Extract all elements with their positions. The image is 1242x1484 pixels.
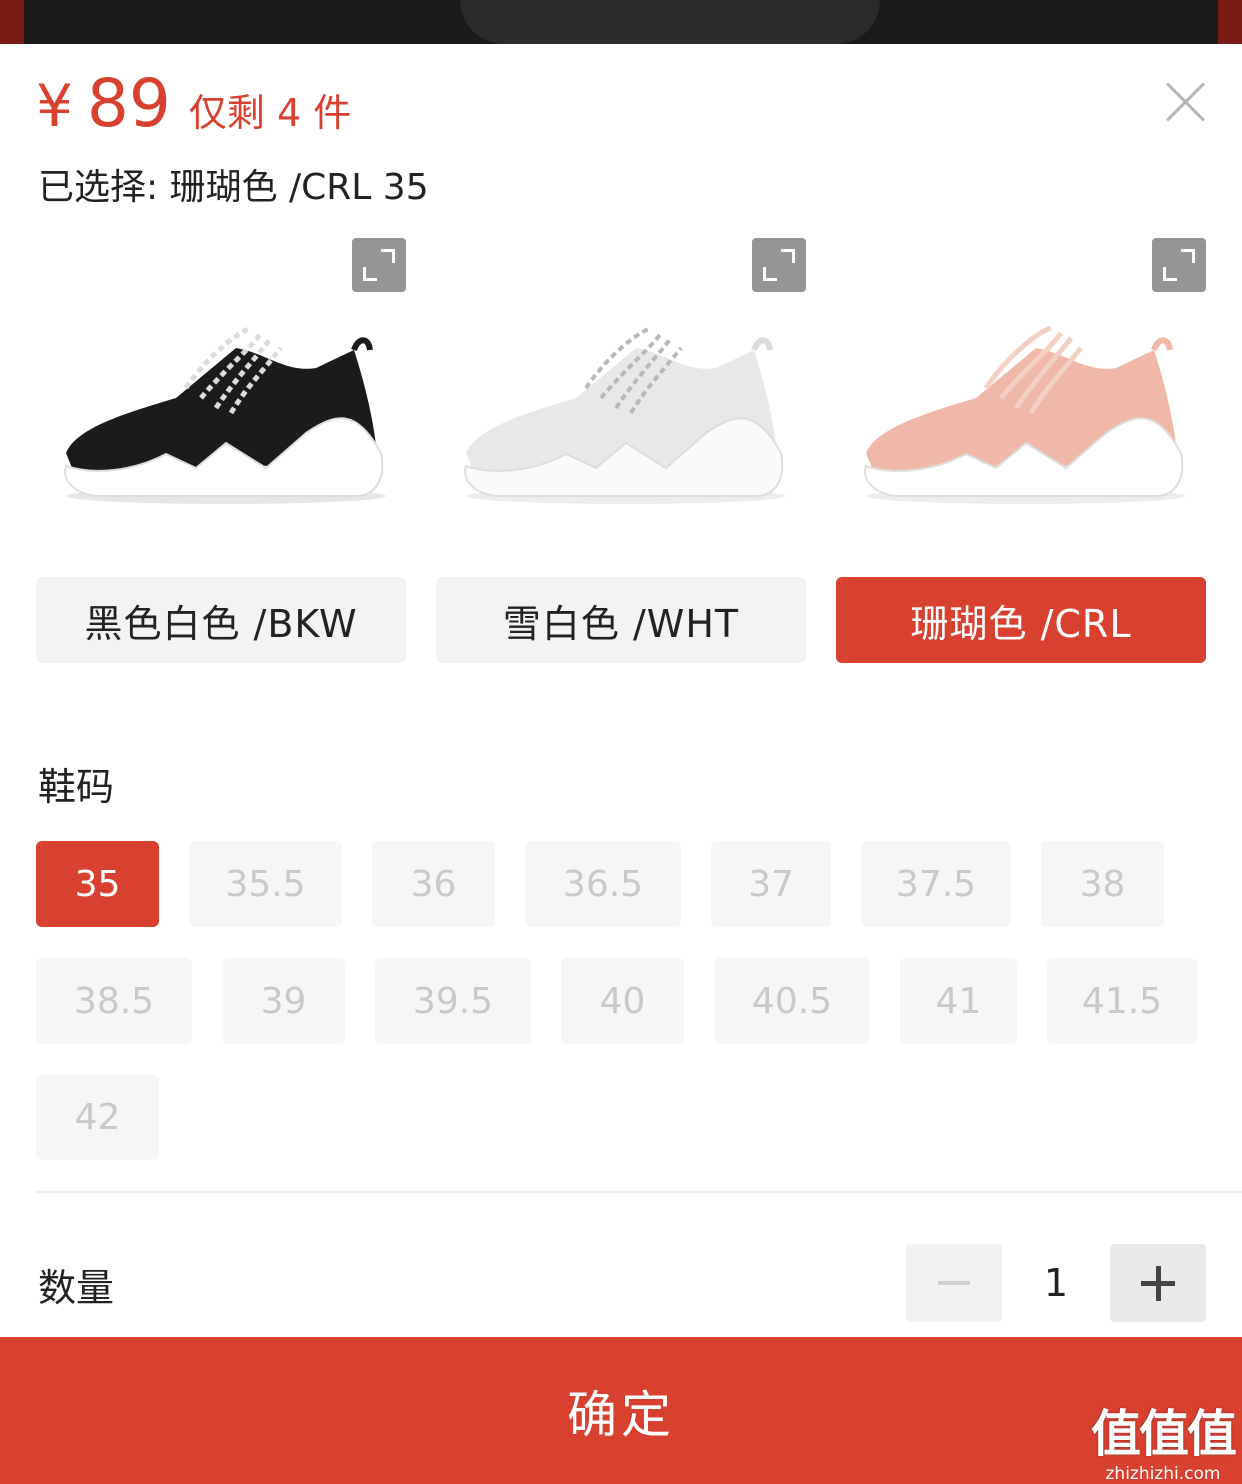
divider — [36, 1191, 1242, 1193]
quantity-increment-button[interactable] — [1110, 1244, 1206, 1322]
color-option-crl[interactable]: 珊瑚色 /CRL — [836, 238, 1206, 663]
sku-selector-sheet: ¥ 89 仅剩 4 件 已选择: 珊瑚色 /CRL 35 黑色白色 /BKW 雪… — [0, 44, 1242, 1484]
price-row: ¥ 89 仅剩 4 件 — [36, 65, 352, 142]
color-option-bkw[interactable]: 黑色白色 /BKW — [36, 238, 406, 663]
selected-summary: 已选择: 珊瑚色 /CRL 35 — [38, 167, 429, 208]
size-chip-38[interactable]: 38 — [1041, 841, 1164, 927]
size-chip-38.5[interactable]: 38.5 — [36, 958, 192, 1044]
price-value: 89 — [86, 65, 171, 142]
quantity-label: 数量 — [38, 1266, 115, 1310]
size-chip-40[interactable]: 40 — [561, 958, 684, 1044]
currency-symbol: ¥ — [36, 72, 73, 140]
size-chip-41.5[interactable]: 41.5 — [1047, 958, 1197, 1044]
color-label-crl[interactable]: 珊瑚色 /CRL — [836, 577, 1206, 663]
size-chip-37[interactable]: 37 — [711, 841, 831, 927]
size-chip-39[interactable]: 39 — [222, 958, 345, 1044]
color-label-bkw[interactable]: 黑色白色 /BKW — [36, 577, 406, 663]
size-chip-39.5[interactable]: 39.5 — [375, 958, 531, 1044]
watermark-logo: 值值值 zhizhizhi.com — [1090, 1404, 1237, 1484]
quantity-decrement-button[interactable] — [906, 1244, 1002, 1322]
size-chip-37.5[interactable]: 37.5 — [861, 841, 1011, 927]
size-chip-41[interactable]: 41 — [900, 958, 1017, 1044]
expand-icon[interactable] — [1152, 238, 1206, 292]
size-chip-40.5[interactable]: 40.5 — [714, 958, 870, 1044]
stock-remaining: 仅剩 4 件 — [188, 91, 352, 135]
close-icon[interactable] — [1164, 80, 1208, 124]
color-label-wht[interactable]: 雪白色 /WHT — [436, 577, 806, 663]
product-image-wht[interactable] — [436, 238, 806, 568]
watermark-url: zhizhizhi.com — [1105, 1464, 1221, 1484]
expand-icon[interactable] — [752, 238, 806, 292]
size-chip-42[interactable]: 42 — [36, 1074, 159, 1160]
confirm-button[interactable]: 确定 — [0, 1337, 1242, 1484]
color-option-wht[interactable]: 雪白色 /WHT — [436, 238, 806, 663]
expand-icon[interactable] — [352, 238, 406, 292]
product-image-bkw[interactable] — [36, 238, 406, 568]
background-product-image — [0, 0, 1242, 44]
product-image-crl[interactable] — [836, 238, 1206, 568]
size-section-title: 鞋码 — [38, 765, 115, 809]
size-chip-35[interactable]: 35 — [36, 841, 159, 927]
watermark-brand: 值值值 — [1091, 1405, 1237, 1463]
size-chip-36[interactable]: 36 — [372, 841, 495, 927]
size-chip-36.5[interactable]: 36.5 — [525, 841, 681, 927]
size-chip-35.5[interactable]: 35.5 — [189, 841, 342, 927]
quantity-value: 1 — [1043, 1261, 1069, 1305]
